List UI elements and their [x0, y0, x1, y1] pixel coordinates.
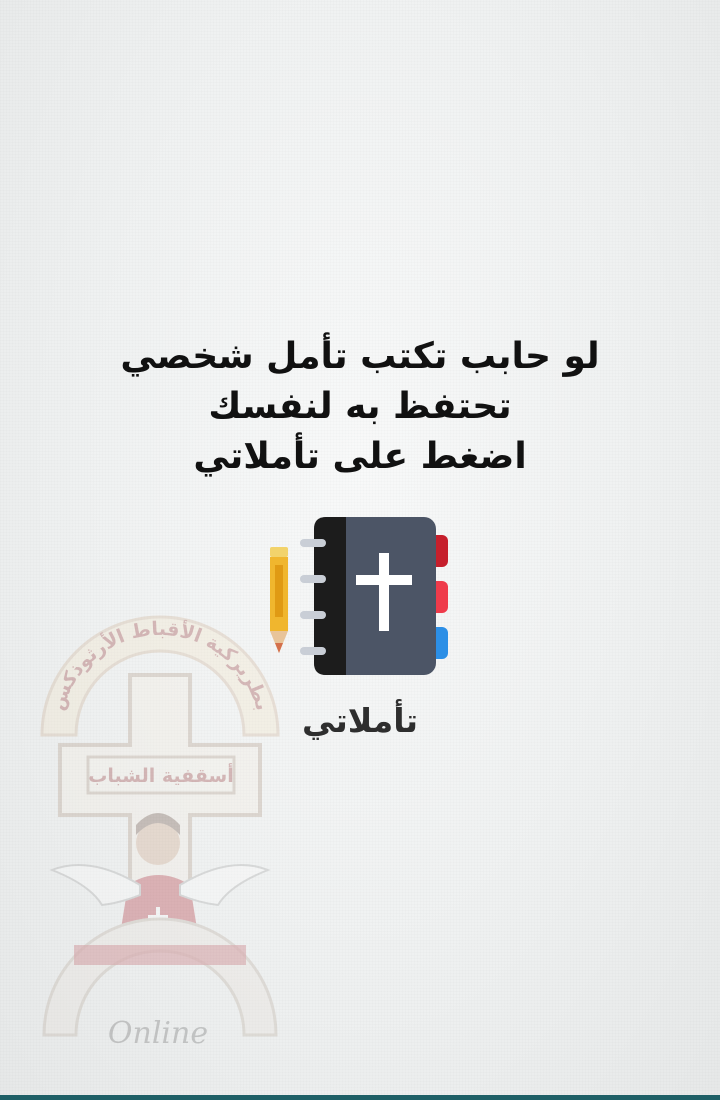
watermark-logo: بطريركية الأقباط الأرثوذكس أسقفية الشباب… — [40, 615, 280, 1051]
app-label[interactable]: تأملاتي — [260, 701, 460, 740]
message-line-1: لو حابب تكتب تأمل شخصي — [120, 336, 600, 377]
instruction-message: لو حابب تكتب تأمل شخصي تحتفظ به لنفسك اض… — [0, 332, 720, 482]
svg-text:Online: Online — [108, 1016, 208, 1051]
journal-cross-icon[interactable] — [266, 513, 454, 683]
bottom-bar — [0, 1095, 720, 1100]
reflections-app-launcher[interactable]: تأملاتي — [260, 505, 460, 755]
svg-text:أسقفية الشباب: أسقفية الشباب — [88, 763, 233, 787]
message-line-3: اضغط على تأملاتي — [193, 436, 527, 477]
message-line-2: تحتفظ به لنفسك — [208, 386, 512, 427]
